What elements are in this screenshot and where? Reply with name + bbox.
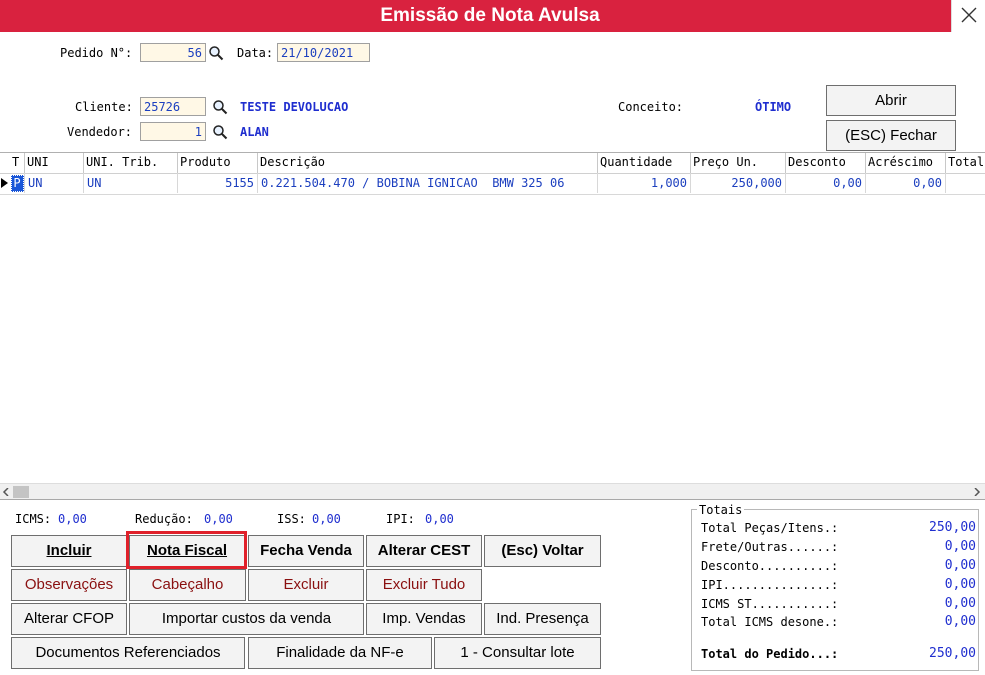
- cabecalho-button[interactable]: Cabeçalho: [129, 569, 246, 601]
- col-t[interactable]: T: [10, 153, 25, 173]
- ipi-label: IPI:: [386, 512, 415, 526]
- observacoes-button[interactable]: Observações: [11, 569, 127, 601]
- vendedor-field[interactable]: 1: [140, 122, 206, 141]
- icms-label: ICMS:: [15, 512, 52, 526]
- ipi-total-label: IPI...............:: [701, 578, 839, 592]
- total-pedido-label: Total do Pedido...:: [701, 647, 839, 661]
- col-quantidade[interactable]: Quantidade: [598, 153, 691, 173]
- abrir-button[interactable]: Abrir: [826, 85, 956, 116]
- icms-st-value: 0,00: [944, 596, 976, 611]
- iss-value: 0,00: [312, 512, 341, 526]
- ipi-total-value: 0,00: [944, 577, 976, 592]
- col-preco[interactable]: Preço Un.: [691, 153, 786, 173]
- fecha-venda-button[interactable]: Fecha Venda: [248, 535, 364, 567]
- alterar-cest-button[interactable]: Alterar CEST: [366, 535, 482, 567]
- grid-header: T UNI UNI. Trib. Produto Descrição Quant…: [0, 152, 985, 174]
- frete-label: Frete/Outras......:: [701, 540, 839, 554]
- icms-desone-value: 0,00: [944, 614, 976, 629]
- incluir-button[interactable]: Incluir: [11, 535, 127, 567]
- icms-st-label: ICMS ST...........:: [701, 597, 839, 611]
- excluir-button[interactable]: Excluir: [248, 569, 364, 601]
- horizontal-scrollbar[interactable]: [0, 483, 985, 500]
- cliente-field[interactable]: 25726: [140, 97, 206, 116]
- cliente-name: TESTE DEVOLUCAO: [240, 100, 349, 114]
- cell-t[interactable]: P: [10, 173, 25, 193]
- reducao-value: 0,00: [204, 512, 233, 526]
- icms-desone-label: Total ICMS desone.:: [701, 615, 839, 629]
- frete-value: 0,00: [944, 539, 976, 554]
- scroll-left-icon[interactable]: [2, 488, 10, 496]
- reducao-label: Redução:: [135, 512, 193, 526]
- alterar-cfop-button[interactable]: Alterar CFOP: [11, 603, 127, 635]
- vendedor-name: ALAN: [240, 125, 269, 139]
- ipi-value: 0,00: [425, 512, 454, 526]
- importar-custos-button[interactable]: Importar custos da venda: [129, 603, 364, 635]
- search-pedido-icon[interactable]: [208, 45, 224, 61]
- desconto-value: 0,00: [944, 558, 976, 573]
- col-total[interactable]: Total: [946, 153, 985, 173]
- voltar-button[interactable]: (Esc) Voltar: [484, 535, 601, 567]
- table-row[interactable]: P UN UN 5155 0.221.504.470 / BOBINA IGNI…: [0, 173, 985, 195]
- finalidade-nfe-button[interactable]: Finalidade da NF-e: [248, 637, 432, 669]
- pedido-field[interactable]: 56: [140, 43, 206, 62]
- ind-presenca-button[interactable]: Ind. Presença: [484, 603, 601, 635]
- row-pointer-icon: [1, 178, 8, 188]
- col-descricao[interactable]: Descrição: [258, 153, 598, 173]
- cell-desconto[interactable]: 0,00: [786, 173, 866, 193]
- cell-descricao[interactable]: 0.221.504.470 / BOBINA IGNICAO BMW 325 0…: [258, 173, 598, 193]
- cell-acrescimo[interactable]: 0,00: [866, 173, 946, 193]
- consultar-lote-button[interactable]: 1 - Consultar lote: [434, 637, 601, 669]
- fechar-button[interactable]: (ESC) Fechar: [826, 120, 956, 151]
- cell-uni[interactable]: UN: [25, 173, 84, 193]
- close-button[interactable]: [951, 0, 985, 32]
- col-produto[interactable]: Produto: [178, 153, 258, 173]
- window-title: Emissão de Nota Avulsa: [380, 5, 600, 26]
- col-desconto[interactable]: Desconto: [786, 153, 866, 173]
- close-icon: [961, 7, 977, 23]
- cell-total[interactable]: [946, 173, 985, 193]
- search-vendedor-icon[interactable]: [212, 124, 228, 140]
- incluir-label: Incluir: [46, 542, 92, 559]
- scroll-thumb[interactable]: [13, 486, 29, 498]
- data-label: Data:: [237, 46, 274, 60]
- documentos-referenciados-button[interactable]: Documentos Referenciados: [11, 637, 245, 669]
- cell-preco[interactable]: 250,000: [691, 173, 786, 193]
- icms-value: 0,00: [58, 512, 87, 526]
- cliente-label: Cliente:: [75, 100, 133, 114]
- cell-t-value: P: [10, 175, 24, 192]
- excluir-tudo-button[interactable]: Excluir Tudo: [366, 569, 482, 601]
- total-pecas-value: 250,00: [929, 520, 976, 535]
- highlight-box: [126, 531, 247, 569]
- pedido-label: Pedido N°:: [60, 46, 133, 60]
- cell-produto[interactable]: 5155: [178, 173, 258, 193]
- imp-vendas-button[interactable]: Imp. Vendas: [366, 603, 482, 635]
- total-pecas-label: Total Peças/Itens.:: [701, 521, 839, 535]
- cell-uni-trib[interactable]: UN: [84, 173, 178, 193]
- totals-group-label: Totais: [697, 503, 745, 517]
- iss-label: ISS:: [277, 512, 306, 526]
- col-uni-trib[interactable]: UNI. Trib.: [84, 153, 178, 173]
- col-uni[interactable]: UNI: [25, 153, 84, 173]
- conceito-value: ÓTIMO: [755, 100, 792, 114]
- divider: [0, 499, 985, 500]
- col-acrescimo[interactable]: Acréscimo: [866, 153, 946, 173]
- search-cliente-icon[interactable]: [212, 99, 228, 115]
- vendedor-label: Vendedor:: [67, 125, 133, 139]
- data-field[interactable]: 21/10/2021: [277, 43, 370, 62]
- total-pedido-value: 250,00: [929, 646, 976, 661]
- cell-quantidade[interactable]: 1,000: [598, 173, 691, 193]
- scroll-right-icon[interactable]: [973, 488, 981, 496]
- conceito-label: Conceito:: [618, 100, 684, 114]
- desconto-label: Desconto..........:: [701, 559, 839, 573]
